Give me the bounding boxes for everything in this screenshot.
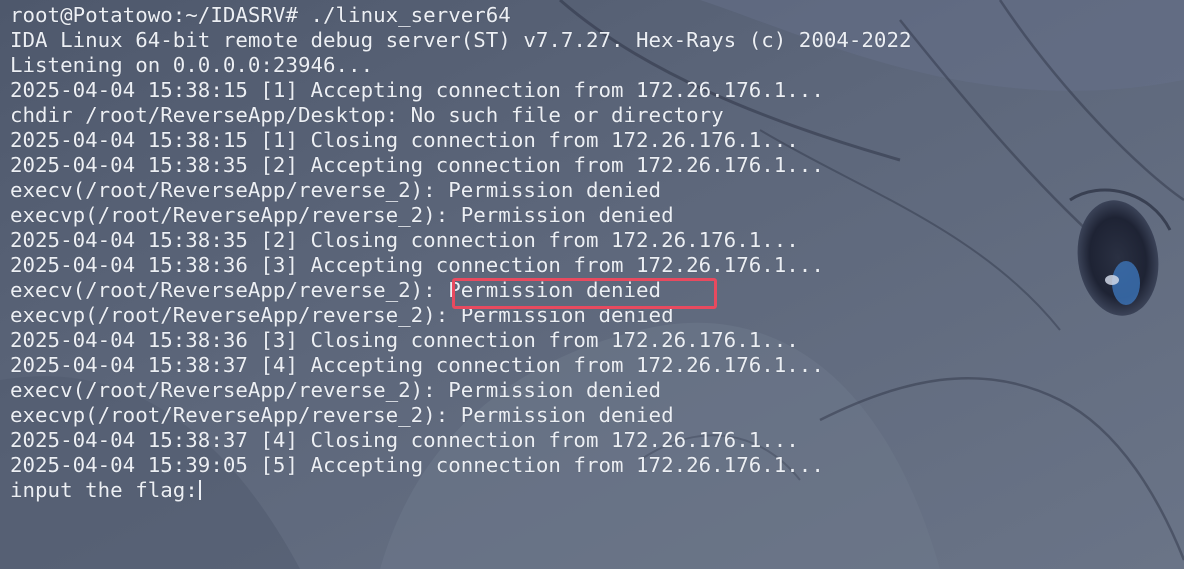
terminal-line: 2025-04-04 15:38:35 [2] Accepting connec… — [10, 153, 824, 177]
terminal-line: 2025-04-04 15:38:37 [4] Accepting connec… — [10, 353, 824, 377]
terminal-line: 2025-04-04 15:38:35 [2] Closing connecti… — [10, 228, 799, 252]
terminal-line: 2025-04-04 15:38:36 [3] Accepting connec… — [10, 253, 824, 277]
terminal-line: Listening on 0.0.0.0:23946... — [10, 53, 374, 77]
terminal-line: 2025-04-04 15:38:37 [4] Closing connecti… — [10, 428, 799, 452]
terminal-line: 2025-04-04 15:38:36 [3] Closing connecti… — [10, 328, 799, 352]
terminal-input-line[interactable]: input the flag: — [10, 478, 1174, 503]
terminal-line: 2025-04-04 15:38:15 [1] Closing connecti… — [10, 128, 799, 152]
terminal-line: chdir /root/ReverseApp/Desktop: No such … — [10, 103, 724, 127]
terminal-line: execvp(/root/ReverseApp/reverse_2): Perm… — [10, 203, 674, 227]
terminal-line: execvp(/root/ReverseApp/reverse_2): Perm… — [10, 403, 674, 427]
terminal-line: root@Potatowo:~/IDASRV# ./linux_server64 — [10, 3, 511, 27]
input-prompt: input the flag: — [10, 478, 198, 502]
terminal-line: execv(/root/ReverseApp/reverse_2): Permi… — [10, 178, 662, 202]
terminal-line: IDA Linux 64-bit remote debug server(ST)… — [10, 28, 912, 52]
terminal-line: execv(/root/ReverseApp/reverse_2): Permi… — [10, 378, 662, 402]
terminal-line: 2025-04-04 15:38:15 [1] Accepting connec… — [10, 78, 824, 102]
terminal-line: 2025-04-04 15:39:05 [5] Accepting connec… — [10, 453, 824, 477]
text-cursor — [198, 480, 201, 500]
annotation-highlight-box — [452, 278, 717, 309]
